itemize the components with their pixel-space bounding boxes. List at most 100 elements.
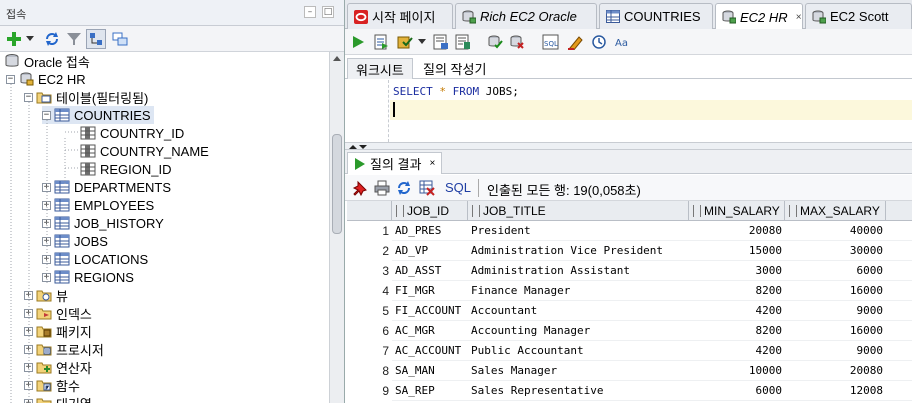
cell-min-salary[interactable]: 10000 [689, 361, 785, 381]
collapse-down-icon[interactable] [359, 145, 367, 149]
cell-job-id[interactable]: AC_MGR [392, 321, 468, 341]
table-row[interactable]: 1 AD_PRES President 20080 40000 [347, 221, 912, 241]
sql-code[interactable]: SELECT * FROM JOBS; [393, 85, 519, 98]
explain-plan-icon[interactable] [431, 32, 451, 52]
delete-rows-icon[interactable] [417, 178, 437, 198]
row-number[interactable]: 4 [347, 281, 392, 301]
column-header-job-title[interactable]: JOB_TITLE [468, 201, 689, 221]
cell-job-title[interactable]: President [468, 221, 689, 241]
rollback-icon[interactable] [507, 32, 527, 52]
run-statement-icon[interactable] [348, 32, 368, 52]
cell-job-title[interactable]: Sales Manager [468, 361, 689, 381]
autotrace-icon[interactable] [453, 32, 473, 52]
refresh-icon[interactable] [394, 178, 414, 198]
case-toggle-icon[interactable]: Aa [613, 32, 633, 52]
tab-query-builder[interactable]: 질의 작성기 [415, 58, 494, 79]
filter-icon[interactable] [64, 29, 84, 49]
row-number[interactable]: 2 [347, 241, 392, 261]
cell-max-salary[interactable]: 9000 [785, 301, 886, 321]
cell-job-title[interactable]: Accountant [468, 301, 689, 321]
column-header-max-salary[interactable]: MAX_SALARY [785, 201, 886, 221]
cell-min-salary[interactable]: 8200 [689, 321, 785, 341]
cell-job-id[interactable]: AD_VP [392, 241, 468, 261]
cell-max-salary[interactable]: 16000 [785, 281, 886, 301]
cell-job-title[interactable]: Administration Assistant [468, 261, 689, 281]
row-number[interactable]: 1 [347, 221, 392, 241]
row-number[interactable]: 8 [347, 361, 392, 381]
cell-min-salary[interactable]: 6000 [689, 381, 785, 401]
commit-icon[interactable] [395, 32, 415, 52]
row-number[interactable]: 6 [347, 321, 392, 341]
commit-transaction-icon[interactable] [485, 32, 505, 52]
cell-min-salary[interactable]: 4200 [689, 301, 785, 321]
sql-history-icon[interactable]: SQL [541, 32, 561, 52]
cell-job-id[interactable]: AC_ACCOUNT [392, 341, 468, 361]
cell-min-salary[interactable]: 4200 [689, 341, 785, 361]
tab-start-page[interactable]: 시작 페이지 [347, 3, 453, 29]
table-row[interactable]: 9 SA_REP Sales Representative 6000 12008 [347, 381, 912, 401]
pin-icon[interactable] [350, 178, 370, 198]
table-row[interactable]: 5 FI_ACCOUNT Accountant 4200 9000 [347, 301, 912, 321]
table-row[interactable]: 6 AC_MGR Accounting Manager 8200 16000 [347, 321, 912, 341]
dropdown-arrow-icon[interactable] [24, 29, 36, 49]
cell-job-title[interactable]: Finance Manager [468, 281, 689, 301]
cell-max-salary[interactable]: 9000 [785, 341, 886, 361]
column-header-min-salary[interactable]: MIN_SALARY [689, 201, 785, 221]
tab-ec2-scott[interactable]: EC2 Scott [805, 3, 912, 29]
cell-min-salary[interactable]: 15000 [689, 241, 785, 261]
cell-job-id[interactable]: SA_REP [392, 381, 468, 401]
row-number[interactable]: 3 [347, 261, 392, 281]
unshared-worksheet-icon[interactable] [589, 32, 609, 52]
maximize-icon[interactable]: □ [322, 6, 334, 18]
close-tab-icon[interactable]: × [796, 12, 802, 23]
cell-job-id[interactable]: SA_MAN [392, 361, 468, 381]
dropdown-arrow-icon[interactable] [417, 32, 427, 52]
cell-max-salary[interactable]: 30000 [785, 241, 886, 261]
sql-editor[interactable]: SELECT * FROM JOBS; [345, 80, 912, 142]
tab-query-result[interactable]: 질의 결과 × [347, 152, 443, 174]
cell-max-salary[interactable]: 16000 [785, 321, 886, 341]
row-number[interactable]: 5 [347, 301, 392, 321]
tab-rich-ec2-oracle[interactable]: Rich EC2 Oracle [455, 3, 597, 29]
cell-max-salary[interactable]: 20080 [785, 361, 886, 381]
collapse-up-icon[interactable] [349, 145, 357, 149]
cell-job-title[interactable]: Sales Representative [468, 381, 689, 401]
tab-ec2-hr[interactable]: EC2 HR × [715, 3, 803, 30]
table-row[interactable]: 4 FI_MGR Finance Manager 8200 16000 [347, 281, 912, 301]
windows-icon[interactable] [110, 29, 130, 49]
scrollbar-thumb[interactable] [332, 134, 342, 234]
cell-max-salary[interactable]: 12008 [785, 381, 886, 401]
run-script-icon[interactable] [371, 32, 391, 52]
table-row[interactable]: 3 AD_ASST Administration Assistant 3000 6000 [347, 261, 912, 281]
table-row[interactable]: 2 AD_VP Administration Vice President 15000… [347, 241, 912, 261]
refresh-icon[interactable] [42, 29, 62, 49]
print-icon[interactable] [372, 178, 392, 198]
clear-icon[interactable] [565, 32, 585, 52]
cell-job-title[interactable]: Administration Vice President [468, 241, 689, 261]
tab-worksheet[interactable]: 워크시트 [347, 58, 413, 79]
table-row[interactable]: 8 SA_MAN Sales Manager 10000 20080 [347, 361, 912, 381]
cell-max-salary[interactable]: 6000 [785, 261, 886, 281]
cell-max-salary[interactable]: 40000 [785, 221, 886, 241]
row-number[interactable]: 9 [347, 381, 392, 401]
close-tab-icon[interactable]: × [429, 158, 435, 169]
cell-job-id[interactable]: AD_ASST [392, 261, 468, 281]
cell-job-id[interactable]: FI_ACCOUNT [392, 301, 468, 321]
cell-job-id[interactable]: FI_MGR [392, 281, 468, 301]
cell-job-title[interactable]: Accounting Manager [468, 321, 689, 341]
tree-scrollbar[interactable] [329, 52, 344, 403]
cell-job-title[interactable]: Public Accountant [468, 341, 689, 361]
cell-job-id[interactable]: AD_PRES [392, 221, 468, 241]
column-header-job-id[interactable]: JOB_ID [392, 201, 468, 221]
tab-countries[interactable]: COUNTRIES [599, 3, 713, 29]
table-row[interactable]: 7 AC_ACCOUNT Public Accountant 4200 9000 [347, 341, 912, 361]
scroll-up-icon[interactable] [333, 56, 341, 61]
cell-min-salary[interactable]: 3000 [689, 261, 785, 281]
splitter[interactable] [345, 142, 912, 150]
schema-browser-icon[interactable] [86, 29, 106, 49]
add-connection-icon[interactable] [4, 29, 24, 49]
sql-button[interactable]: SQL [445, 180, 471, 195]
cell-min-salary[interactable]: 8200 [689, 281, 785, 301]
cell-min-salary[interactable]: 20080 [689, 221, 785, 241]
minimize-icon[interactable]: – [304, 6, 316, 18]
